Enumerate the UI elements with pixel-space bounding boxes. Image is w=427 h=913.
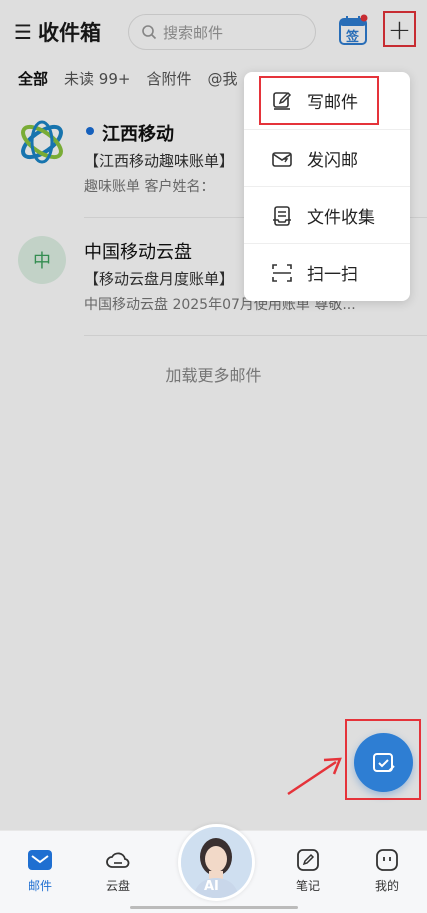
nav-profile[interactable]: 我的 <box>357 849 417 894</box>
nav-label: 邮件 <box>27 879 52 893</box>
nav-notes[interactable]: 笔记 <box>278 849 338 894</box>
nav-label: 我的 <box>374 879 399 893</box>
arrow-annotation-icon <box>287 757 342 796</box>
nav-label: 笔记 <box>295 879 320 893</box>
compose-highlight-box <box>259 76 379 125</box>
file-collect-icon <box>273 205 291 226</box>
cloud-icon <box>106 852 130 868</box>
flash-mail-icon <box>272 151 292 167</box>
home-indicator <box>130 906 298 909</box>
menu-item-flash-mail[interactable]: 发闪邮 <box>244 129 410 187</box>
nav-cloud[interactable]: 云盘 <box>88 849 148 894</box>
menu-item-label: 扫一扫 <box>307 265 358 285</box>
nav-label: 云盘 <box>105 879 130 893</box>
mail-icon <box>28 850 52 870</box>
profile-icon <box>376 849 398 871</box>
menu-item-label: 文件收集 <box>307 208 375 228</box>
menu-item-label: 发闪邮 <box>307 151 358 171</box>
nav-mail[interactable]: 邮件 <box>10 849 70 894</box>
menu-item-scan[interactable]: 扫一扫 <box>244 243 410 301</box>
fab-highlight-box <box>345 719 421 800</box>
note-icon <box>297 849 319 871</box>
scan-icon <box>272 263 292 282</box>
menu-item-file-collect[interactable]: 文件收集 <box>244 186 410 244</box>
ai-label: AI <box>204 879 219 894</box>
